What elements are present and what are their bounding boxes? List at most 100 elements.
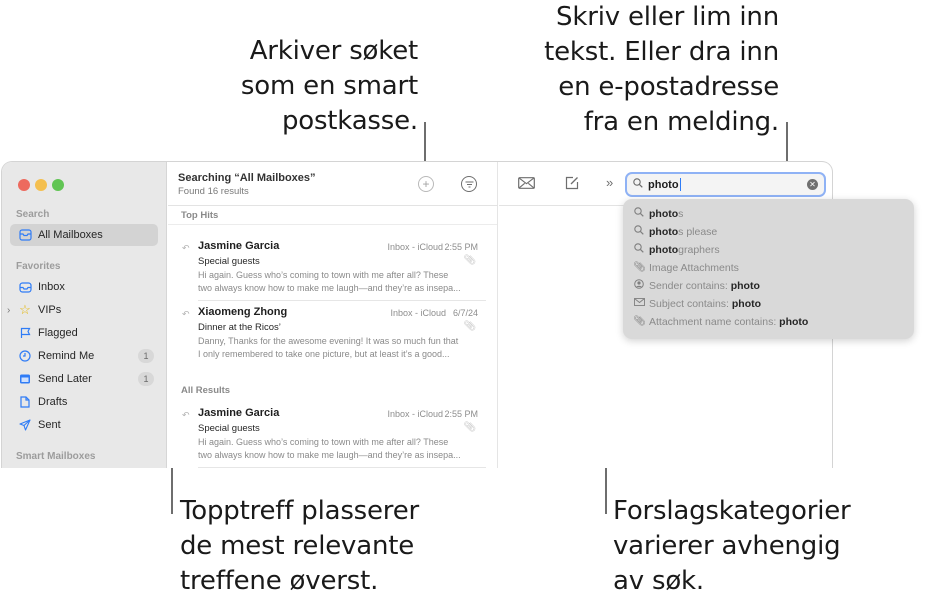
clock-icon	[18, 349, 32, 363]
filter-button[interactable]	[461, 176, 477, 192]
sidebar-item-sent[interactable]: Sent	[10, 414, 158, 436]
suggestion-match: photo	[649, 225, 679, 238]
message-subject: Special guests	[198, 423, 260, 434]
sidebar-item-vips[interactable]: › ☆ VIPs	[7, 299, 158, 321]
star-icon: ☆	[19, 302, 31, 317]
clear-search-button[interactable]: ✕	[807, 179, 818, 190]
suggestion-category: Subject contains:	[649, 297, 732, 310]
inbox-icon	[18, 280, 32, 294]
result-count: Found 16 results	[178, 186, 249, 197]
get-mail-button[interactable]	[518, 176, 535, 192]
search-field[interactable]: photo ✕	[625, 172, 826, 197]
top-hits-label: Top Hits	[181, 210, 219, 221]
sidebar-item-send-later[interactable]: Send Later 1	[10, 368, 158, 390]
message-mailbox: Inbox - iCloud	[387, 242, 443, 252]
flag-icon	[18, 326, 32, 340]
paperclip-icon: 📎︎	[463, 321, 476, 332]
disclosure-chevron-icon[interactable]: ›	[7, 305, 10, 316]
sidebar-item-label: Remind Me	[38, 350, 95, 362]
suggestion-category: Sender contains:	[649, 279, 731, 292]
sidebar-item-inbox[interactable]: Inbox	[10, 276, 158, 298]
suggestion-match: photo	[649, 207, 679, 220]
sidebar-item-drafts[interactable]: Drafts	[10, 391, 158, 413]
replied-icon: ↶	[182, 243, 190, 253]
person-circle-icon	[633, 279, 645, 292]
suggestion-match: photo	[649, 243, 679, 256]
search-icon	[633, 243, 645, 256]
suggestion-completion: s	[678, 207, 684, 220]
sidebar-item-label: Flagged	[38, 327, 78, 339]
search-icon	[633, 207, 645, 220]
suggestion-completion: graphers	[678, 243, 720, 256]
suggestion-item[interactable]: photo s	[633, 205, 683, 222]
sidebar-item-label: Drafts	[38, 396, 68, 408]
calendar-icon	[18, 372, 32, 386]
envelope-icon	[518, 177, 535, 189]
search-query[interactable]: photo	[648, 179, 679, 191]
paperclip-icon: 📎︎	[633, 316, 646, 327]
sidebar: Search All Mailboxes Favorites Inbox › ☆…	[2, 162, 167, 468]
plus-icon: +	[422, 177, 430, 191]
suggestion-item[interactable]: photo graphers	[633, 241, 720, 258]
replied-icon: ↶	[182, 309, 190, 319]
paper-plane-icon	[18, 418, 32, 432]
search-icon	[633, 225, 645, 238]
message-subject: Special guests	[198, 256, 260, 267]
divider	[198, 467, 486, 468]
zoom-window-button[interactable]	[52, 179, 64, 191]
close-window-button[interactable]	[18, 179, 30, 191]
suggestion-completion: s please	[678, 225, 718, 238]
message-list: Searching “All Mailboxes” Found 16 resul…	[168, 162, 498, 468]
sidebar-item-remind-me[interactable]: Remind Me 1	[10, 345, 158, 367]
suggestion-category: Image Attachments	[649, 261, 739, 274]
message-date: 2:55 PM	[444, 242, 478, 252]
sidebar-section-search: Search	[16, 209, 50, 220]
suggestion-item[interactable]: photo s please	[633, 223, 717, 240]
message-sender: Xiaomeng Zhong	[198, 306, 288, 318]
message-subject: Dinner at the Ricos’	[198, 322, 281, 333]
tray-stack-icon	[18, 228, 32, 242]
message-sender: Jasmine Garcia	[198, 407, 280, 419]
message-row[interactable]: ↶ Jasmine Garcia Inbox - iCloud 2:55 PM …	[168, 239, 498, 301]
document-icon	[18, 395, 32, 409]
search-suggestions-popup: photo s photo s please photo graphers 📎︎ Im…	[623, 199, 914, 339]
message-row[interactable]: ↶ Jasmine Garcia Inbox - iCloud 2:55 PM …	[168, 406, 498, 468]
message-date: 2:55 PM	[444, 409, 478, 419]
divider	[198, 300, 486, 301]
sidebar-item-all-mailboxes[interactable]: All Mailboxes	[10, 224, 158, 246]
message-preview: Hi again. Guess who’s coming to town wit…	[198, 437, 461, 460]
message-list-header: Searching “All Mailboxes” Found 16 resul…	[168, 162, 498, 206]
compose-button[interactable]	[565, 176, 579, 193]
filter-icon	[465, 180, 473, 188]
replied-icon: ↶	[182, 410, 190, 420]
message-date: 6/7/24	[452, 308, 478, 318]
suggestion-item[interactable]: Subject contains: photo	[633, 295, 761, 312]
message-row[interactable]: ↶ Xiaomeng Zhong Inbox - iCloud 6/7/24 D…	[168, 305, 498, 367]
sidebar-item-label: Sent	[38, 419, 61, 431]
paperclip-icon: 📎︎	[463, 255, 476, 266]
sidebar-item-label: Inbox	[38, 281, 65, 293]
minimize-window-button[interactable]	[35, 179, 47, 191]
message-preview: Hi again. Guess who’s coming to town wit…	[198, 270, 461, 293]
suggestion-match: photo	[730, 279, 760, 292]
compose-icon	[565, 176, 579, 190]
sidebar-section-smart-mailboxes: Smart Mailboxes	[16, 451, 96, 462]
suggestion-item[interactable]: Sender contains: photo	[633, 277, 760, 294]
message-preview: Danny, Thanks for the awesome evening! I…	[198, 336, 459, 359]
save-smart-mailbox-button[interactable]: +	[418, 176, 434, 192]
sidebar-item-flagged[interactable]: Flagged	[10, 322, 158, 344]
search-icon	[633, 178, 643, 191]
sidebar-item-label: VIPs	[38, 304, 62, 316]
suggestion-item[interactable]: 📎︎ Attachment name contains: photo	[633, 313, 808, 330]
message-mailbox: Inbox - iCloud	[390, 308, 446, 318]
search-scope-title: Searching “All Mailboxes”	[178, 172, 316, 184]
suggestion-match: photo	[779, 315, 809, 328]
suggestion-item[interactable]: 📎︎ Image Attachments	[633, 259, 739, 276]
suggestion-match: photo	[731, 297, 762, 310]
sidebar-item-label: All Mailboxes	[38, 229, 103, 241]
sidebar-section-favorites: Favorites	[16, 261, 61, 272]
message-sender: Jasmine Garcia	[198, 240, 280, 252]
divider	[168, 224, 497, 225]
envelope-icon	[633, 298, 645, 309]
toolbar-overflow-button[interactable]: »	[606, 175, 613, 190]
